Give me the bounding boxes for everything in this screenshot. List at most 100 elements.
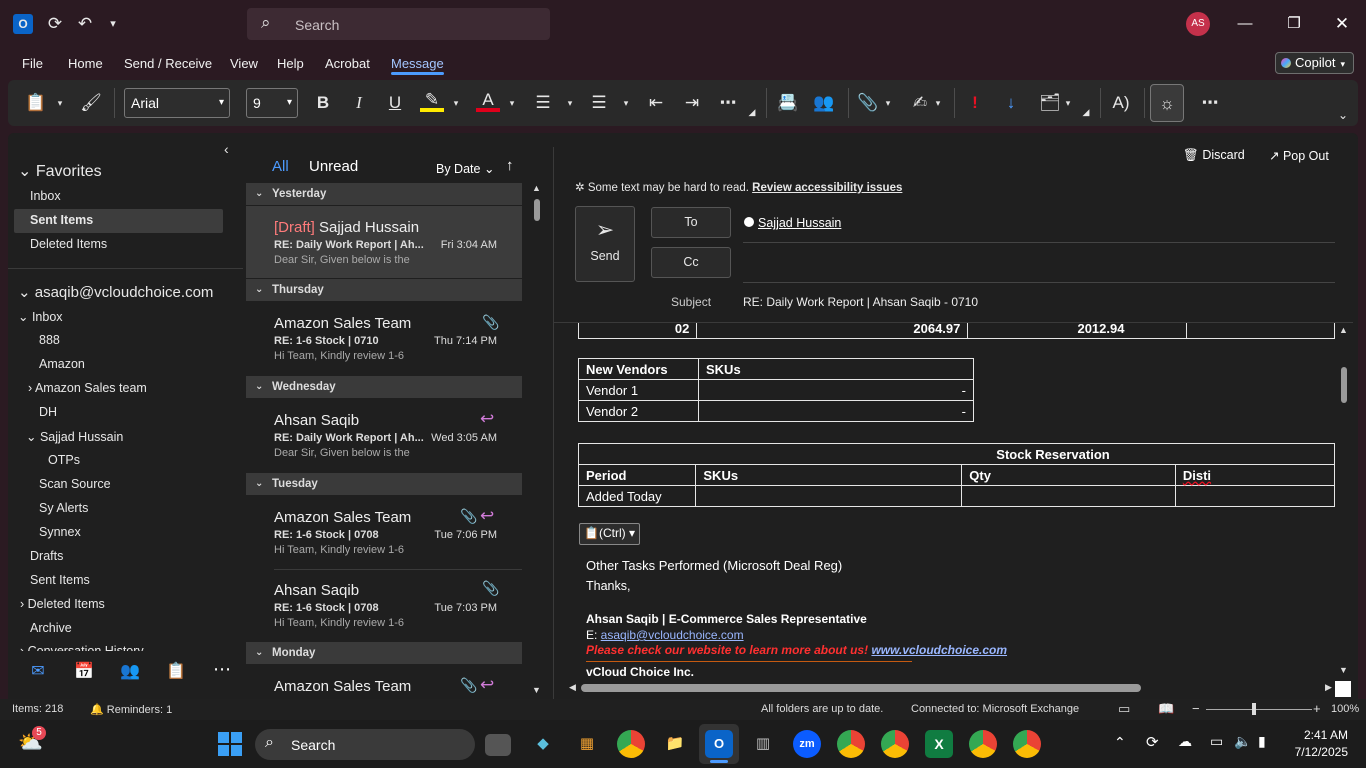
chrome-profile-icon[interactable]	[1013, 730, 1041, 758]
reading-view-icon[interactable]: 📖	[1158, 701, 1174, 717]
list-item[interactable]: Ahsan Saqib 📎 RE: 1-6 Stock | 0708 Tue 7…	[246, 570, 522, 642]
decrease-indent-icon[interactable]: ⇤	[644, 90, 668, 116]
dialog-launcher-icon[interactable]: ◢	[746, 106, 758, 118]
reminders[interactable]: 🔔 Reminders: 1	[90, 703, 172, 716]
folder-amazon-sales-team[interactable]: › Amazon Sales team	[28, 381, 147, 395]
group-header[interactable]: ⌄ Thursday	[246, 279, 522, 301]
folder-archive[interactable]: Archive	[30, 621, 72, 635]
to-button[interactable]: To	[651, 207, 731, 238]
highlight-icon[interactable]: ✎	[420, 90, 444, 112]
message-list-scrollbar[interactable]: ▲ ▼	[532, 183, 542, 699]
sync-icon[interactable]: ⟳	[44, 13, 66, 35]
read-aloud-icon[interactable]: A)	[1108, 90, 1134, 116]
minimize-button[interactable]: —	[1233, 12, 1257, 36]
scroll-thumb[interactable]	[1341, 367, 1347, 403]
favorites-header[interactable]: ⌄ Favorites	[18, 161, 102, 181]
people-icon[interactable]: 👥	[116, 661, 144, 683]
bullets-icon[interactable]: ☰	[530, 90, 556, 116]
to-field[interactable]: Sajjad Hussain	[744, 216, 841, 230]
excel-icon[interactable]: X	[925, 730, 953, 758]
close-button[interactable]: ✕	[1330, 12, 1354, 36]
italic-icon[interactable]: I	[348, 90, 370, 116]
more-commands-icon[interactable]: ⋯	[1198, 90, 1222, 116]
tags-icon[interactable]: 🗂	[1038, 90, 1062, 116]
bold-icon[interactable]: B	[312, 90, 334, 116]
address-book-icon[interactable]: 📇	[776, 90, 800, 116]
list-item[interactable]: Ahsan Saqib ↩ RE: Daily Work Report | Ah…	[246, 399, 522, 471]
cc-button[interactable]: Cc	[651, 247, 731, 278]
sort-direction-icon[interactable]: ↑	[506, 157, 514, 174]
message-body[interactable]: 02 2064.97 2012.94 New Vendors SKUs Vendo…	[557, 323, 1335, 681]
send-button[interactable]: ➢ Send	[575, 206, 635, 282]
sort-by-date[interactable]: By Date ⌄	[436, 161, 494, 176]
zoom-app-icon[interactable]: zm	[793, 730, 821, 758]
attach-file-icon[interactable]: 📎	[856, 90, 880, 116]
zoom-level[interactable]: 100%	[1331, 703, 1359, 715]
favorite-deleted-items[interactable]: Deleted Items	[30, 237, 107, 251]
list-item[interactable]: Amazon Sales Team 📎 ↩	[246, 665, 522, 699]
folder-otps[interactable]: OTPs	[48, 453, 80, 467]
app-icon[interactable]: ◆	[529, 730, 557, 758]
folder-sajjad-hussain[interactable]: ⌄ Sajjad Hussain	[26, 429, 123, 444]
mail-icon[interactable]: ✉	[24, 661, 52, 683]
low-importance-icon[interactable]: ↓	[1000, 90, 1022, 116]
group-header[interactable]: ⌄ Monday	[246, 642, 522, 664]
folder-amazon[interactable]: Amazon	[39, 357, 85, 371]
favorite-inbox[interactable]: Inbox	[30, 189, 61, 203]
cc-field-underline[interactable]	[743, 282, 1335, 283]
file-explorer-icon[interactable]: 📁	[661, 730, 689, 758]
calculator-icon[interactable]: ▥	[749, 730, 777, 758]
list-item[interactable]: Amazon Sales Team 📎 ↩ RE: 1-6 Stock | 07…	[246, 496, 522, 568]
scroll-thumb[interactable]	[534, 199, 540, 221]
normal-view-icon[interactable]: ▭	[1118, 701, 1130, 717]
recipient-name[interactable]: Sajjad Hussain	[758, 216, 841, 230]
menu-file[interactable]: File	[22, 56, 43, 71]
scroll-down-icon[interactable]: ▼	[1339, 665, 1348, 675]
group-header[interactable]: ⌄ Wednesday	[246, 376, 522, 398]
font-color-dropdown-icon[interactable]: ▾	[506, 90, 518, 116]
format-painter-icon[interactable]: 🖌	[78, 90, 104, 116]
group-header[interactable]: ⌄ Tuesday	[246, 473, 522, 495]
group-header[interactable]: ⌄ Yesterday	[246, 183, 522, 205]
chrome-profile-icon[interactable]	[969, 730, 997, 758]
website-link[interactable]: www.vcloudchoice.com	[871, 643, 1007, 657]
dialog-launcher-icon[interactable]: ◢	[1080, 106, 1092, 118]
copilot-button[interactable]: Copilot ▾	[1275, 52, 1354, 74]
scroll-up-icon[interactable]: ▲	[1339, 325, 1348, 335]
zoom-slider[interactable]	[1206, 709, 1312, 710]
folder-sy-alerts[interactable]: Sy Alerts	[39, 501, 88, 515]
pop-out-button[interactable]: ↗ Pop Out	[1269, 148, 1329, 163]
menu-help[interactable]: Help	[277, 56, 304, 71]
cloud-tray-icon[interactable]: ☁	[1178, 733, 1192, 750]
collapse-pane-icon[interactable]: ‹	[224, 141, 229, 157]
avatar[interactable]: AS	[1186, 12, 1210, 36]
search-box[interactable]: ⌕ Search	[247, 8, 550, 40]
check-names-icon[interactable]: 👥	[812, 90, 836, 116]
paste-dropdown-icon[interactable]: ▾	[54, 90, 66, 116]
scroll-up-icon[interactable]: ▲	[532, 183, 541, 193]
review-accessibility-link[interactable]: Review accessibility issues	[752, 182, 902, 194]
signature-email-link[interactable]: asaqib@vcloudchoice.com	[601, 628, 744, 642]
discard-button[interactable]: 🗑 Discard	[1183, 148, 1245, 163]
body-horizontal-scrollbar[interactable]: ◀ ▶	[569, 682, 1335, 694]
clock-date[interactable]: 7/12/2025	[1288, 745, 1348, 759]
signature-dropdown-icon[interactable]: ▾	[932, 90, 944, 116]
list-item[interactable]: Amazon Sales Team 📎 RE: 1-6 Stock | 0710…	[246, 302, 522, 374]
volume-icon[interactable]: 🔈	[1234, 733, 1251, 750]
undo-icon[interactable]: ↶	[74, 13, 96, 35]
battery-icon[interactable]: ▮	[1258, 733, 1266, 750]
clock-time[interactable]: 2:41 AM	[1300, 728, 1348, 742]
account-header[interactable]: ⌄ asaqib@vcloudchoice.com	[18, 283, 213, 301]
zoom-slider-thumb[interactable]	[1252, 703, 1256, 715]
numbering-icon[interactable]: ☰	[586, 90, 612, 116]
paste-icon[interactable]: 📋	[22, 90, 50, 116]
light-mode-icon[interactable]: ☼	[1150, 84, 1184, 122]
subject-field[interactable]: RE: Daily Work Report | Ahsan Saqib - 07…	[743, 295, 978, 309]
menu-view[interactable]: View	[230, 56, 258, 71]
paste-options-button[interactable]: 📋(Ctrl) ▾	[579, 523, 640, 545]
menu-message[interactable]: Message	[391, 56, 444, 71]
underline-icon[interactable]: U	[384, 90, 406, 116]
folder-deleted-items[interactable]: › Deleted Items	[20, 597, 105, 611]
bullets-dropdown-icon[interactable]: ▾	[564, 90, 576, 116]
outlook-taskbar-icon[interactable]: O	[705, 730, 733, 758]
